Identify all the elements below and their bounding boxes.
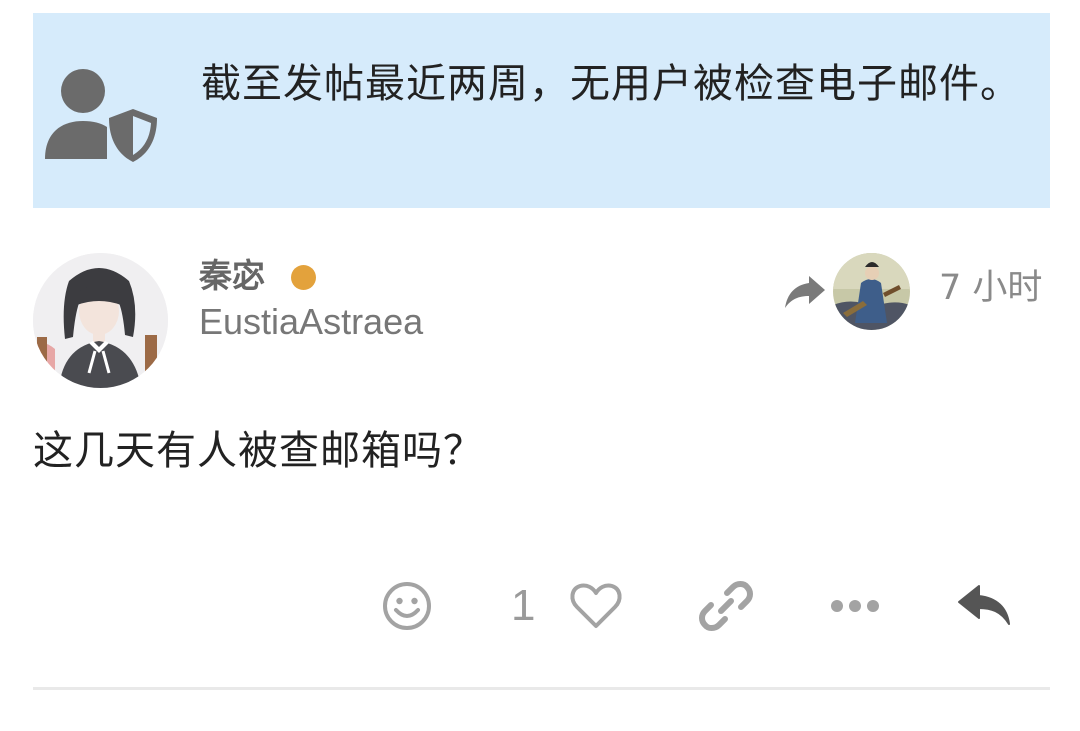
author-avatar-image bbox=[33, 253, 168, 388]
reply-to-avatar-image bbox=[833, 253, 910, 330]
author-username[interactable]: EustiaAstraea bbox=[199, 300, 423, 344]
ellipsis-icon bbox=[831, 600, 879, 612]
like-button[interactable] bbox=[568, 578, 624, 634]
reply-button[interactable] bbox=[956, 578, 1014, 634]
smiley-icon bbox=[383, 582, 431, 630]
author-avatar[interactable] bbox=[33, 253, 168, 388]
notice-text: 截至发帖最近两周，无用户被检查电子邮件。 bbox=[201, 61, 1021, 107]
reply-to-avatar[interactable] bbox=[833, 253, 910, 330]
post-body: 这几天有人被查邮箱吗？ bbox=[33, 428, 484, 474]
author-display-name[interactable]: 秦宓 bbox=[199, 254, 265, 298]
user-shield-icon bbox=[45, 69, 157, 162]
post-divider bbox=[33, 687, 1050, 690]
notice-banner: 截至发帖最近两周，无用户被检查电子邮件。 bbox=[33, 13, 1050, 208]
heart-icon bbox=[570, 583, 622, 628]
more-options-button[interactable] bbox=[828, 578, 882, 634]
status-indicator bbox=[291, 265, 316, 290]
reply-icon bbox=[958, 585, 1010, 625]
post-time[interactable]: 7 小时 bbox=[939, 266, 1042, 310]
copy-link-button[interactable] bbox=[698, 578, 754, 634]
share-arrow-icon[interactable] bbox=[783, 268, 827, 312]
like-count[interactable]: 1 bbox=[511, 581, 535, 631]
link-icon bbox=[699, 581, 753, 631]
reaction-button[interactable] bbox=[380, 578, 434, 634]
